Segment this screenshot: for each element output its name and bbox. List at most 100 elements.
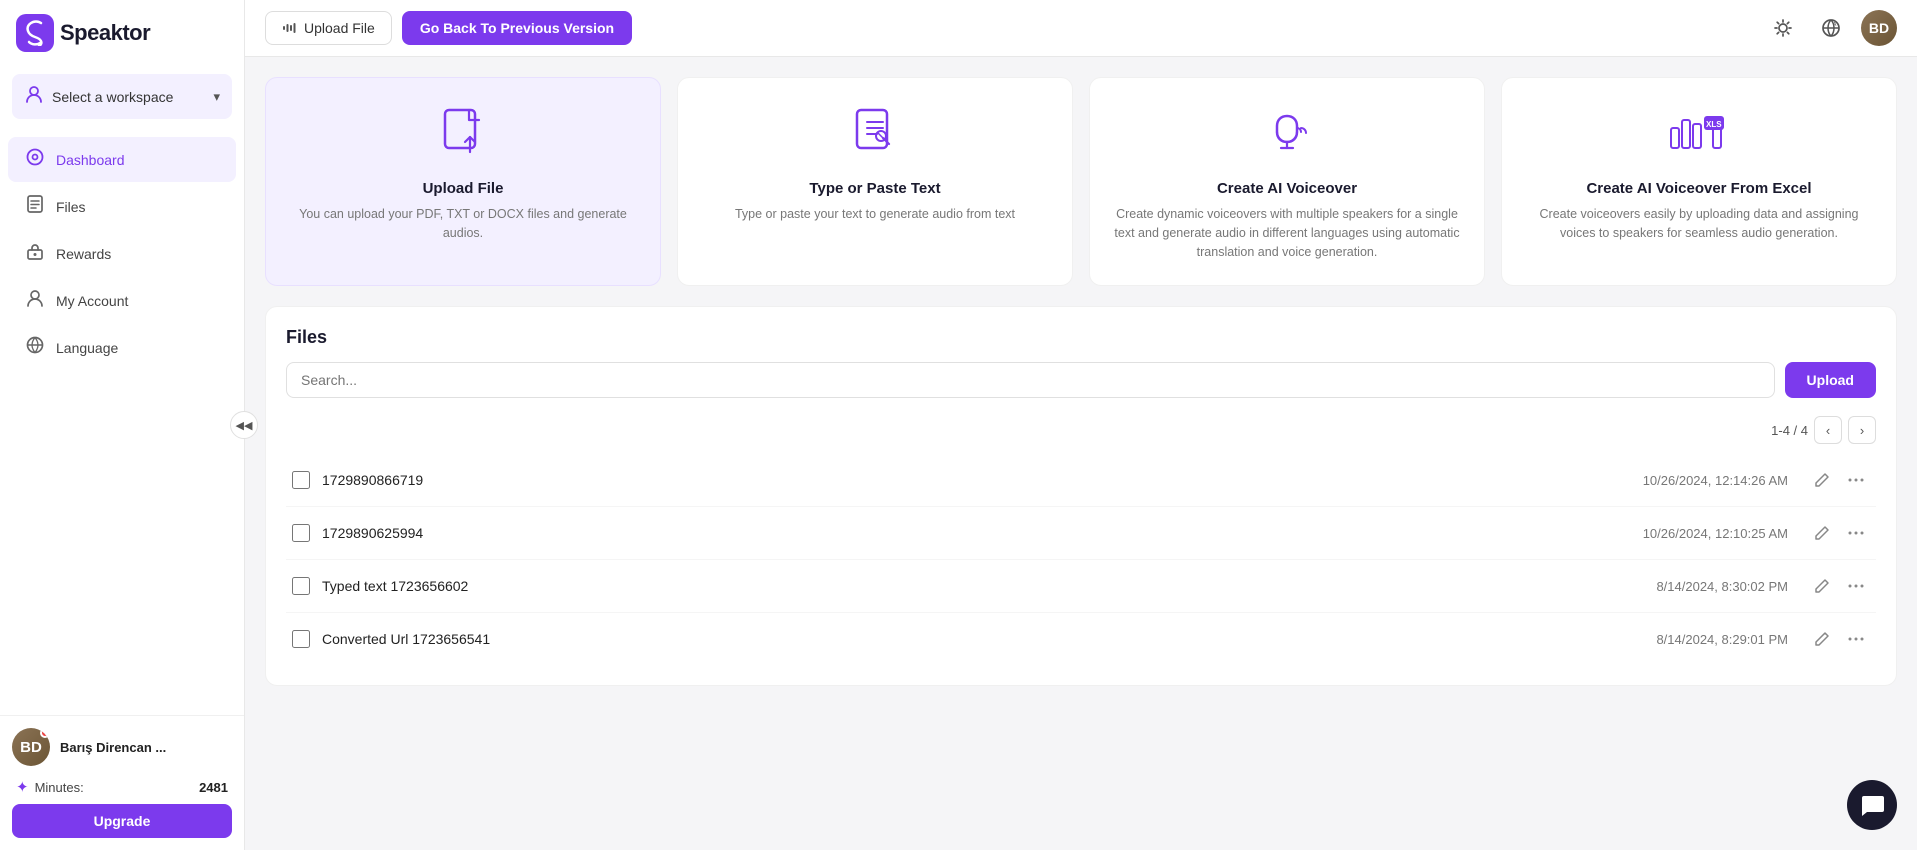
file-actions-3 [1808,572,1870,600]
file-more-button-4[interactable] [1842,625,1870,653]
workspace-left: Select a workspace [24,84,173,109]
file-actions-4 [1808,625,1870,653]
file-more-button-3[interactable] [1842,572,1870,600]
workspace-chevron-icon: ▾ [213,89,220,105]
file-name-4: Converted Url 1723656541 [322,631,1644,647]
topbar-avatar[interactable]: BD [1861,10,1897,46]
sidebar-item-rewards-label: Rewards [56,246,111,262]
file-checkbox-1[interactable] [292,471,310,489]
file-actions-1 [1808,466,1870,494]
search-upload-row: Upload [286,362,1876,398]
avatar: BD [12,728,50,766]
file-edit-button-2[interactable] [1808,519,1836,547]
upload-file-card-icon [437,106,489,166]
files-section: Files Upload 1-4 / 4 ‹ › 1729890866719 1… [265,306,1897,686]
workspace-label: Select a workspace [52,89,173,105]
content-area: Upload File You can upload your PDF, TXT… [245,57,1917,850]
sidebar-item-my-account[interactable]: My Account [8,278,236,323]
search-input[interactable] [286,362,1775,398]
upload-file-button[interactable]: Upload File [265,11,392,45]
sidebar-item-dashboard[interactable]: Dashboard [8,137,236,182]
sun-icon [1773,18,1793,38]
file-edit-button-4[interactable] [1808,625,1836,653]
file-checkbox-3[interactable] [292,577,310,595]
file-checkbox-4[interactable] [292,630,310,648]
sidebar-item-language[interactable]: Language [8,325,236,370]
table-row: Typed text 1723656602 8/14/2024, 8:30:02… [286,560,1876,613]
ai-voiceover-card-icon [1261,106,1313,166]
sidebar: Speaktor Select a workspace ▾ D [0,0,245,850]
sun-icon-button[interactable] [1765,10,1801,46]
pagination-info: 1-4 / 4 [1771,423,1808,438]
user-name: Barış Direncan ... [60,740,166,755]
ai-voiceover-card-title: Create AI Voiceover [1217,180,1357,197]
sidebar-item-files[interactable]: Files [8,184,236,229]
type-paste-card-desc: Type or paste your text to generate audi… [735,205,1015,224]
file-date-1: 10/26/2024, 12:14:26 AM [1643,473,1788,488]
topbar-right: A BD [1765,10,1897,46]
file-date-3: 8/14/2024, 8:30:02 PM [1656,579,1788,594]
upgrade-button[interactable]: Upgrade [12,804,232,838]
more-icon [1848,584,1864,588]
file-actions-2 [1808,519,1870,547]
sidebar-bottom: BD Barış Direncan ... ✦ Minutes: 2481 Up… [0,715,244,850]
chat-icon [1859,792,1885,818]
files-table: 1729890866719 10/26/2024, 12:14:26 AM [286,454,1876,665]
sidebar-collapse-button[interactable]: ◀◀ [230,411,258,439]
more-icon [1848,478,1864,482]
excel-voiceover-card-title: Create AI Voiceover From Excel [1586,180,1811,197]
sidebar-item-dashboard-label: Dashboard [56,152,125,168]
upload-file-card-desc: You can upload your PDF, TXT or DOCX fil… [286,205,640,243]
minutes-count: 2481 [199,780,228,795]
translate-icon: A [1820,17,1842,39]
topbar: Upload File Go Back To Previous Version [245,0,1917,57]
status-dot [40,728,50,738]
upload-file-card-title: Upload File [423,180,504,197]
logo-area: Speaktor [0,0,244,66]
file-checkbox-2[interactable] [292,524,310,542]
ai-voiceover-card-desc: Create dynamic voiceovers with multiple … [1110,205,1464,261]
edit-icon [1814,525,1830,541]
file-edit-button-3[interactable] [1808,572,1836,600]
topbar-left: Upload File Go Back To Previous Version [265,11,632,45]
workspace-selector[interactable]: Select a workspace ▾ [12,74,232,119]
dashboard-icon [24,147,46,172]
next-page-button[interactable]: › [1848,416,1876,444]
card-ai-voiceover[interactable]: Create AI Voiceover Create dynamic voice… [1089,77,1485,286]
my-account-icon [24,288,46,313]
file-date-4: 8/14/2024, 8:29:01 PM [1656,632,1788,647]
sidebar-item-my-account-label: My Account [56,293,128,309]
user-row: BD Barış Direncan ... [12,728,232,766]
file-name-2: 1729890625994 [322,525,1631,541]
type-paste-card-icon [849,106,901,166]
edit-icon [1814,472,1830,488]
file-more-button-2[interactable] [1842,519,1870,547]
card-excel-voiceover[interactable]: XLS Create AI Voiceover From Excel Creat… [1501,77,1897,286]
file-date-2: 10/26/2024, 12:10:25 AM [1643,526,1788,541]
files-icon [24,194,46,219]
minutes-label: Minutes: [35,780,84,795]
logo-icon [16,14,54,52]
sidebar-item-files-label: Files [56,199,86,215]
rewards-icon [24,241,46,266]
card-type-paste[interactable]: Type or Paste Text Type or paste your te… [677,77,1073,286]
table-row: 1729890866719 10/26/2024, 12:14:26 AM [286,454,1876,507]
file-more-button-1[interactable] [1842,466,1870,494]
minutes-label-area: ✦ Minutes: [16,778,84,796]
sidebar-item-rewards[interactable]: Rewards [8,231,236,276]
file-edit-button-1[interactable] [1808,466,1836,494]
language-switch-button[interactable]: A [1813,10,1849,46]
file-name-3: Typed text 1723656602 [322,578,1644,594]
logo: Speaktor [16,14,150,52]
logo-text: Speaktor [60,20,150,46]
go-back-button[interactable]: Go Back To Previous Version [402,11,632,45]
card-upload-file[interactable]: Upload File You can upload your PDF, TXT… [265,77,661,286]
files-upload-button[interactable]: Upload [1785,362,1876,398]
file-name-1: 1729890866719 [322,472,1631,488]
excel-voiceover-card-desc: Create voiceovers easily by uploading da… [1522,205,1876,243]
prev-page-button[interactable]: ‹ [1814,416,1842,444]
workspace-person-icon [24,84,44,109]
more-icon [1848,637,1864,641]
chat-bubble-button[interactable] [1847,780,1897,830]
table-row: 1729890625994 10/26/2024, 12:10:25 AM [286,507,1876,560]
